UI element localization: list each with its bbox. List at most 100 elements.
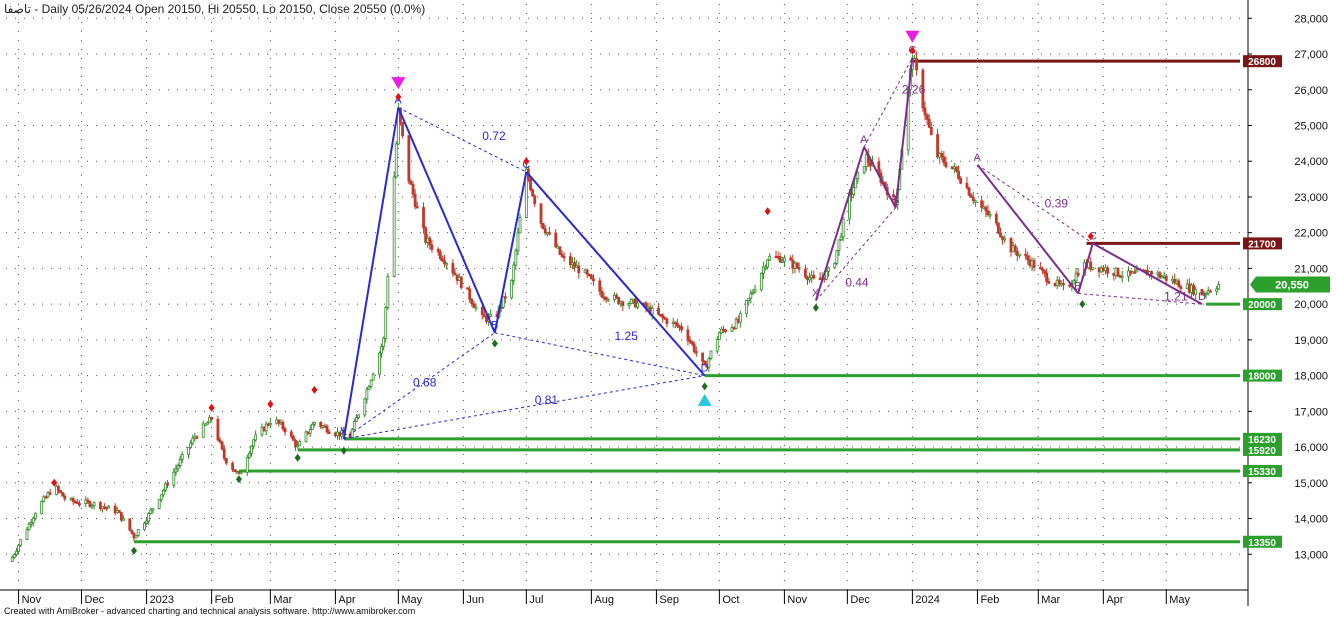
candle-body [298, 441, 302, 446]
candle-body [422, 207, 425, 229]
candle-body [474, 306, 478, 310]
candle-body [195, 436, 199, 439]
pattern-3-point-B: B [1074, 280, 1081, 292]
candle-body [692, 343, 696, 352]
candle-body [254, 434, 258, 441]
y-tick-label: 24,000 [1294, 156, 1328, 168]
candle-body [33, 513, 37, 519]
candle-body [971, 197, 975, 202]
y-tick-label: 28,000 [1294, 13, 1328, 25]
candle-body [40, 500, 44, 515]
level-label-21700: 21700 [1248, 239, 1276, 250]
swing-high-dot [267, 400, 274, 409]
candle-body [717, 332, 721, 340]
candle-body [862, 166, 866, 174]
candle-body [577, 265, 581, 274]
candles [10, 51, 1221, 562]
swing-high-dot [764, 207, 771, 216]
candle-body [71, 497, 75, 502]
pattern-1-ratio-label: 0.68 [413, 375, 437, 389]
pattern-1-ratio-label: 0.72 [482, 129, 506, 143]
x-tick-label: 2024 [915, 594, 939, 606]
y-tick-label: 15,000 [1294, 478, 1328, 490]
candle-body [944, 162, 948, 168]
candle-body [621, 301, 625, 306]
y-tick-label: 17,000 [1294, 406, 1328, 418]
x-tick-label: Nov [22, 594, 42, 606]
pattern-3-ratio-label: 1.21 [1164, 290, 1188, 304]
pattern-2-ratio-line [863, 57, 913, 148]
swing-low-dot [491, 339, 498, 348]
candle-body [92, 502, 96, 506]
x-tick-label: Jul [529, 594, 543, 606]
candle-body [997, 222, 1000, 234]
candle-body [833, 262, 837, 269]
y-tick-label: 23,000 [1294, 192, 1328, 204]
horizontal-levels [133, 59, 1240, 544]
candle-body [984, 206, 988, 212]
candle-body [149, 509, 153, 514]
candle-body [250, 445, 253, 454]
candle-body [191, 437, 195, 444]
candle-body [1018, 253, 1021, 257]
candle-body [745, 300, 749, 314]
pattern-2-leg [894, 57, 914, 208]
candle-body [178, 459, 182, 466]
candle-body [967, 187, 971, 196]
candle-body [365, 389, 369, 400]
y-tick-label: 25,000 [1294, 120, 1328, 132]
candle-body [411, 184, 415, 195]
level-label-13350: 13350 [1248, 538, 1276, 549]
candle-body [394, 143, 398, 178]
candle-body [854, 178, 858, 189]
buy-signal-marker [697, 394, 712, 407]
candle-body [1062, 283, 1065, 286]
candle-body [518, 217, 522, 234]
chart-title: تاصفا - Daily 05/26/2024 Open 20150, Hi … [4, 2, 426, 16]
y-tick-label: 19,000 [1294, 335, 1328, 347]
candle-body [438, 251, 442, 259]
y-tick-label: 18,000 [1294, 371, 1328, 383]
pattern-1-ratio-line [343, 375, 705, 440]
candle-body [680, 326, 684, 331]
price-chart[interactable]: 0.720.681.250.81XABCD0.442.26XABC0.391.2… [0, 0, 1336, 619]
candle-body [929, 126, 933, 135]
pattern-1-leg [342, 107, 400, 440]
x-tick-label: Oct [722, 594, 739, 606]
x-tick-label: May [401, 594, 422, 606]
x-tick-label: Dec [85, 594, 105, 606]
candle-body [10, 556, 14, 562]
candle-body [1120, 275, 1124, 279]
y-tick-label: 20,000 [1294, 299, 1328, 311]
candle-body [1164, 275, 1168, 281]
candle-body [310, 423, 314, 430]
candle-body [350, 429, 354, 439]
x-tick-label: Aug [594, 594, 614, 606]
candle-body [161, 489, 165, 496]
candle-body [25, 529, 29, 541]
candle-body [413, 193, 417, 208]
candle-body [957, 170, 960, 179]
y-tick-label: 21,000 [1294, 263, 1328, 275]
swing-low-dot [294, 453, 301, 462]
x-tick-label: May [1169, 594, 1190, 606]
candle-body [136, 529, 140, 536]
candle-body [835, 250, 839, 264]
y-tick-label: 22,000 [1294, 228, 1328, 240]
candle-body [812, 274, 816, 279]
candle-body [143, 523, 146, 530]
candle-body [558, 246, 562, 255]
candle-body [1045, 272, 1049, 282]
x-tick-label: Dec [850, 594, 870, 606]
candle-body [1032, 260, 1036, 268]
candle-body [759, 272, 763, 291]
candle-body [1150, 271, 1153, 275]
candle-body [955, 166, 958, 172]
pattern-3-leg [976, 164, 1079, 295]
candle-body [585, 269, 589, 275]
candle-body [470, 298, 474, 305]
candle-body [147, 513, 151, 522]
candle-body [289, 431, 293, 437]
pattern-1-point-B: B [491, 320, 498, 332]
candle-body [1179, 286, 1183, 290]
